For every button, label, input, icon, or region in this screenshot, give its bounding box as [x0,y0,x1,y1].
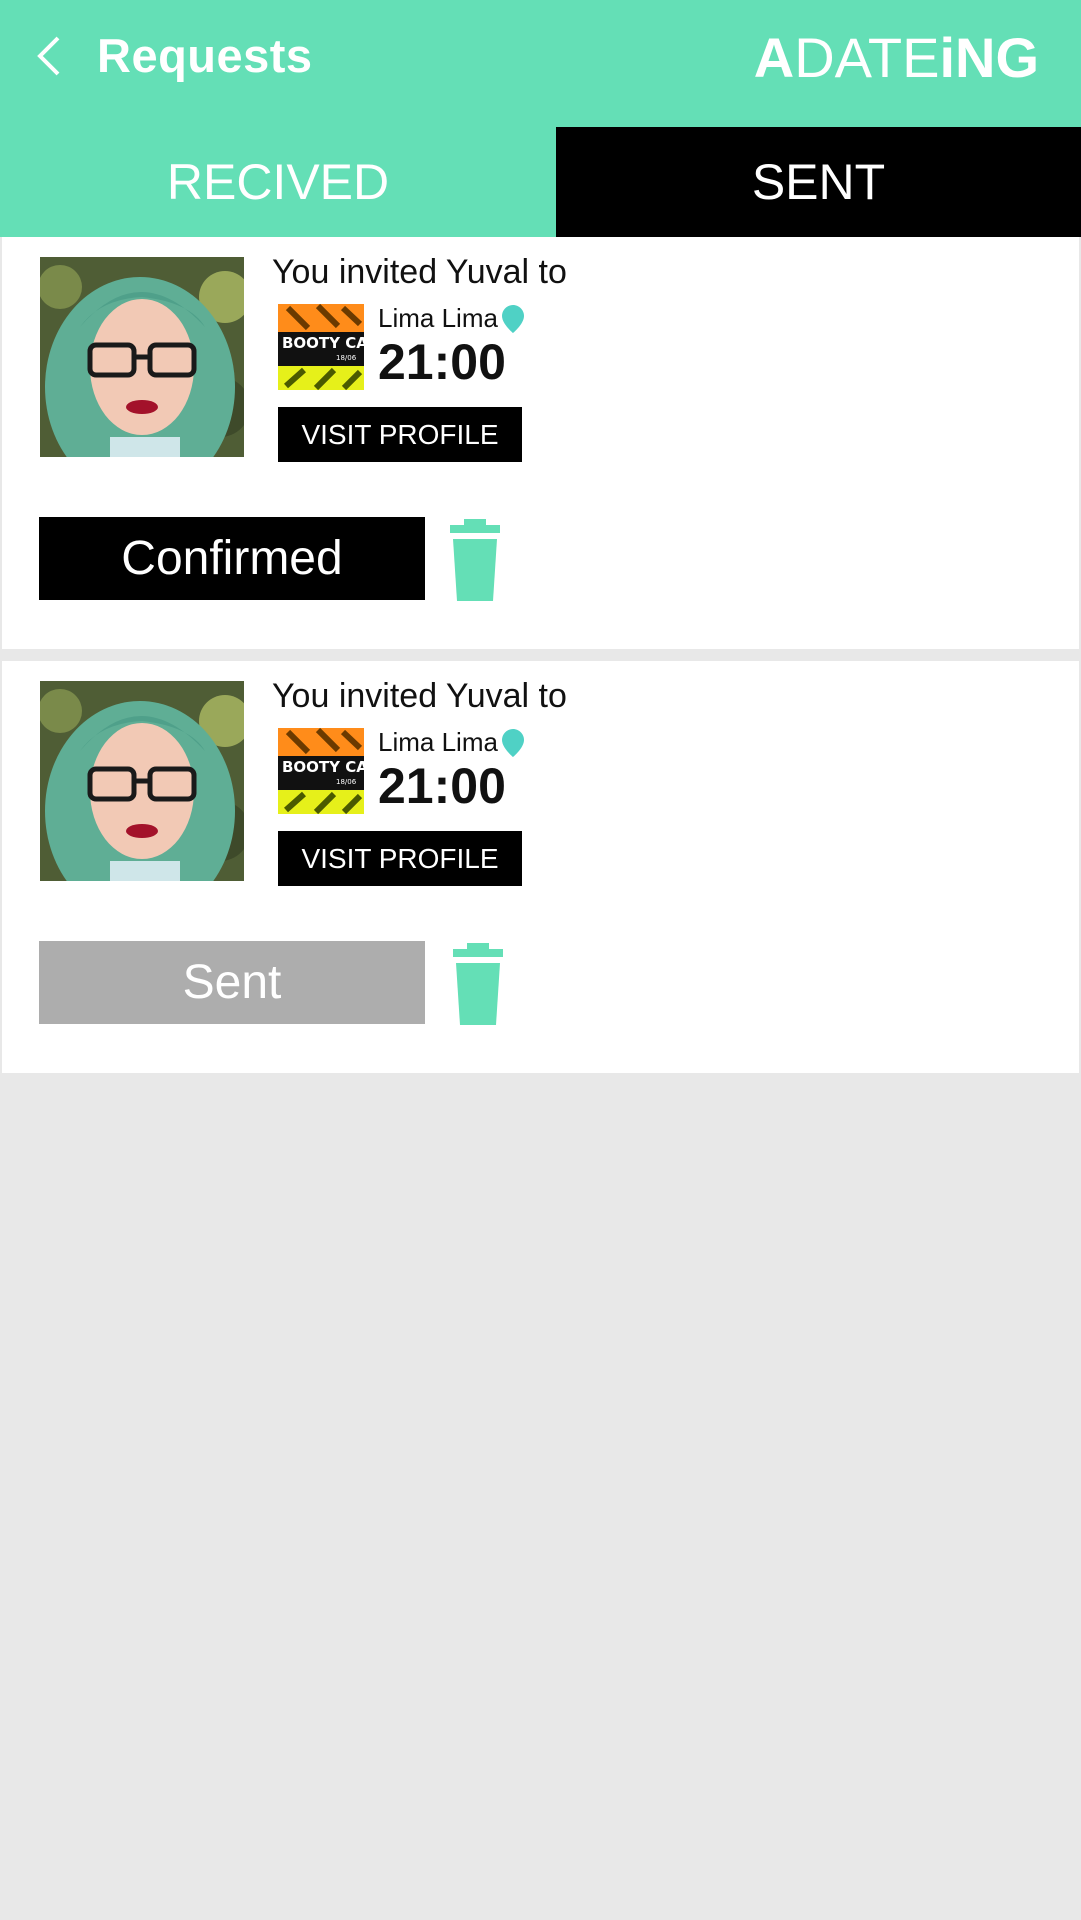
app-header: Requests ADATEiNG [0,0,1081,127]
venue-name: Lima Lima [378,303,498,333]
app-logo: ADATEiNG [753,26,1039,89]
event-poster-image: BOOTY CALL 18/06 [278,304,364,390]
venue-name: Lima Lima [378,727,498,757]
event-thumbnail[interactable]: BOOTY CALL 18/06 [278,728,364,814]
confirmed-status-button[interactable]: Confirmed [39,517,425,600]
tab-sent[interactable]: SENT [556,127,1081,237]
request-card: You invited Yuval to BOOTY CALL 18/06 Li… [2,237,1079,649]
event-thumbnail[interactable]: BOOTY CALL 18/06 [278,304,364,390]
sent-status-button[interactable]: Sent [39,941,425,1024]
back-arrow-icon[interactable] [34,34,64,78]
event-poster-date: 18/06 [336,354,357,362]
page-title: Requests [97,29,313,82]
location-pin-icon [502,729,524,757]
event-poster-text: BOOTY CALL [282,334,364,352]
location-pin-icon [502,305,524,333]
request-tabs: RECIVED SENT [0,127,1081,237]
invite-text: You invited Yuval to [272,253,567,291]
event-poster-text: BOOTY CALL [282,758,364,776]
event-poster-image: BOOTY CALL 18/06 [278,728,364,814]
event-time: 21:00 [378,758,506,814]
invite-text: You invited Yuval to [272,677,567,715]
tab-received[interactable]: RECIVED [0,127,556,237]
trash-icon[interactable] [453,943,503,1025]
event-poster-date: 18/06 [336,778,357,786]
visit-profile-button[interactable]: VISIT PROFILE [278,831,522,886]
event-time: 21:00 [378,334,506,390]
avatar-photo [40,681,244,881]
avatar[interactable] [40,681,244,881]
avatar-photo [40,257,244,457]
avatar[interactable] [40,257,244,457]
trash-icon[interactable] [450,519,500,601]
request-card: You invited Yuval to BOOTY CALL 18/06 Li… [2,661,1079,1073]
visit-profile-button[interactable]: VISIT PROFILE [278,407,522,462]
